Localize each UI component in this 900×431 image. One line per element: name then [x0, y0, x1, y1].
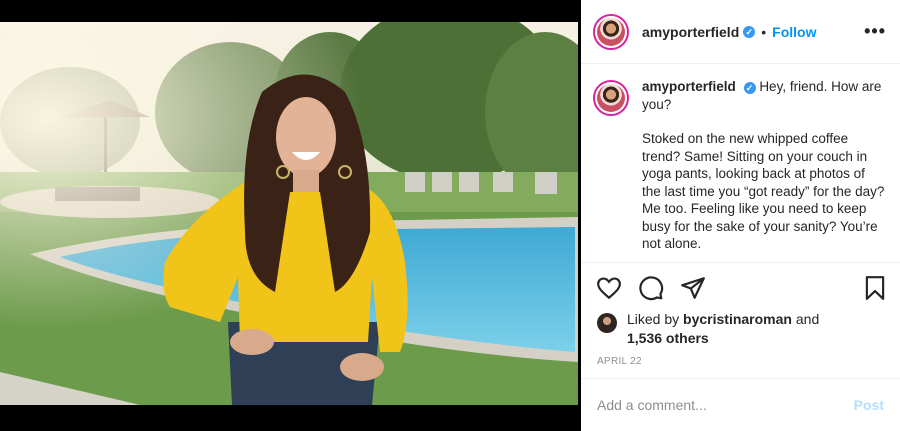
liked-by-and: and	[795, 311, 820, 327]
photo-viewer	[0, 0, 581, 431]
author-avatar-image	[597, 17, 625, 46]
liked-by-line: Liked by bycristinaroman and	[627, 310, 887, 329]
comment-input[interactable]	[597, 397, 854, 413]
post-comment-button[interactable]: Post	[854, 397, 884, 413]
liked-by-prefix: Liked by	[627, 311, 680, 327]
post-photo[interactable]	[0, 22, 578, 405]
comment-icon[interactable]	[638, 275, 664, 301]
author-avatar[interactable]	[593, 13, 629, 50]
photo-illustration	[0, 22, 578, 405]
author-username[interactable]: amyporterfield	[642, 24, 739, 40]
liked-by-username[interactable]: bycristinaroman	[683, 311, 792, 327]
likes-summary: Liked by bycristinaroman and 1,536 other…	[597, 310, 887, 348]
post-date[interactable]: April 22	[597, 356, 642, 367]
separator-dot: •	[761, 23, 767, 40]
caption-verified-badge-icon: ✓	[743, 82, 756, 94]
others-count[interactable]: 1,536 others	[627, 329, 887, 348]
caption-author-avatar-image	[597, 84, 625, 112]
liker-avatar[interactable]	[597, 313, 617, 333]
follow-button[interactable]: Follow	[772, 24, 816, 40]
paper-plane-icon[interactable]	[680, 275, 706, 301]
caption-paragraph: Stoked on the new whipped coffee trend? …	[642, 131, 885, 251]
caption-text-block: amyporterfield ✓ Hey, friend. How are yo…	[642, 78, 887, 262]
more-options-icon[interactable]: •••	[864, 22, 886, 40]
action-bar	[581, 262, 900, 308]
caption-author-avatar[interactable]	[593, 80, 629, 116]
heart-icon[interactable]	[596, 275, 622, 301]
bookmark-icon[interactable]	[862, 275, 888, 301]
post-header: amyporterfield ✓ • Follow •••	[581, 0, 900, 64]
caption-username[interactable]: amyporterfield	[642, 79, 736, 94]
verified-badge-icon: ✓	[743, 25, 756, 38]
comment-form: Post	[581, 378, 900, 431]
post-caption: amyporterfield ✓ Hey, friend. How are yo…	[581, 64, 900, 262]
post-details-panel: amyporterfield ✓ • Follow ••• amyporterf…	[581, 0, 900, 431]
